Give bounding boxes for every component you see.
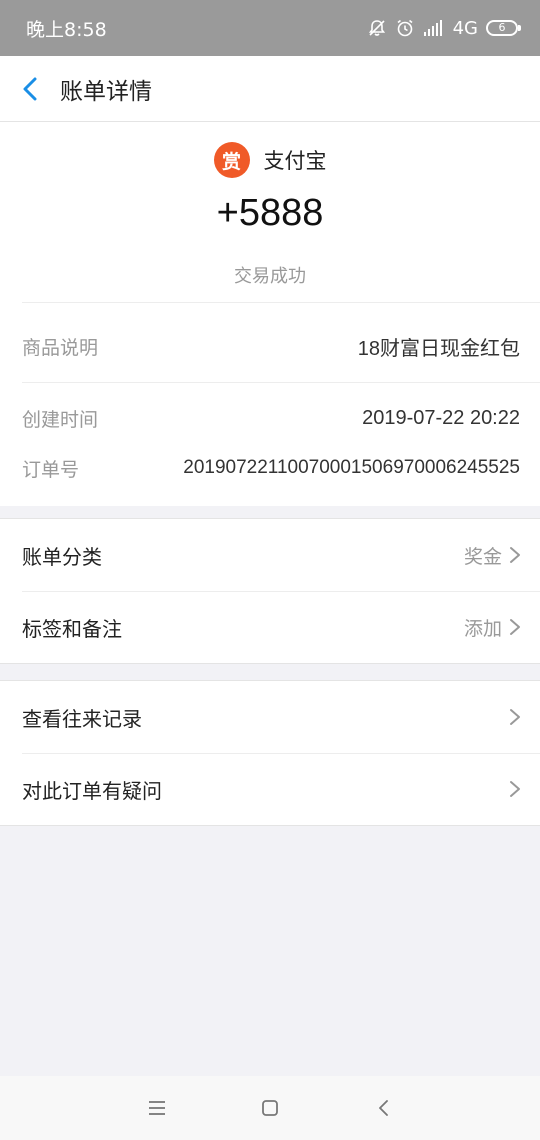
menu-right [508,707,522,727]
menu-row-tags-notes[interactable]: 标签和备注 添加 [0,591,540,663]
menu-row-order-question[interactable]: 对此订单有疑问 [0,753,540,825]
home-square-icon [262,1100,278,1116]
header: 账单详情 [0,56,540,122]
detail-row-product: 商品说明 18财富日现金红包 [22,331,520,361]
menu-label: 账单分类 [22,544,102,569]
divider [22,382,540,383]
transaction-amount: +5888 [216,192,324,234]
page-title: 账单详情 [60,78,152,105]
back-chevron-icon [379,1100,388,1116]
transaction-status: 交易成功 [234,266,306,287]
menu-label: 查看往来记录 [22,706,142,731]
status-time: 晚上8:58 [26,18,107,41]
menu-right: 奖金 [464,542,522,569]
menu-nav-button[interactable] [101,1076,214,1140]
detail-label: 创建时间 [22,408,99,431]
back-arrow-icon [23,77,37,100]
merchant-row: 赏 支付宝 [0,142,540,178]
menu-group-records: 查看往来记录 对此订单有疑问 [0,680,540,826]
menu-right [508,779,522,799]
chevron-right-icon [510,547,520,563]
network-type: 4G [452,17,478,39]
home-nav-button[interactable] [214,1076,327,1140]
menu-right: 添加 [464,614,522,641]
alarm-clock-icon [397,19,413,37]
battery-icon: 6 [486,20,521,36]
menu-row-view-records[interactable]: 查看往来记录 [0,681,540,753]
menu-label: 标签和备注 [22,616,122,641]
menu-row-bill-category[interactable]: 账单分类 奖金 [0,519,540,591]
chevron-right-icon [510,709,520,725]
detail-value: 2019-07-22 20:22 [362,406,520,429]
hamburger-menu-icon [149,1101,165,1115]
signal-icon [423,20,442,36]
detail-label: 订单号 [22,458,80,481]
merchant-logo-icon: 赏 [213,142,250,178]
bill-summary-card: 赏 支付宝 +5888 交易成功 商品说明 18财富日现金红包 创建时间 201… [0,122,540,506]
detail-row-order-number: 订单号 20190722110070001506970006245525 [22,453,520,483]
back-button[interactable] [0,56,60,122]
mute-bell-icon [368,20,385,36]
menu-group-category: 账单分类 奖金 标签和备注 添加 [0,518,540,664]
system-nav-bar [0,1076,540,1140]
detail-label: 商品说明 [22,336,99,359]
detail-row-created-time: 创建时间 2019-07-22 20:22 [22,403,520,433]
status-bar: 晚上8:58 4G 6 [0,0,540,56]
menu-label: 对此订单有疑问 [22,778,162,803]
menu-value: 奖金 [463,545,502,568]
status-icons: 4G 6 [367,17,521,39]
order-number-value: 20190722110070001506970006245525 [183,457,520,478]
menu-value: 添加 [463,617,502,640]
chevron-right-icon [510,619,520,635]
detail-value: 18财富日现金红包 [357,337,520,360]
divider [22,302,540,303]
chevron-right-icon [510,781,520,797]
merchant-name: 支付宝 [263,149,327,173]
back-nav-button[interactable] [327,1076,440,1140]
